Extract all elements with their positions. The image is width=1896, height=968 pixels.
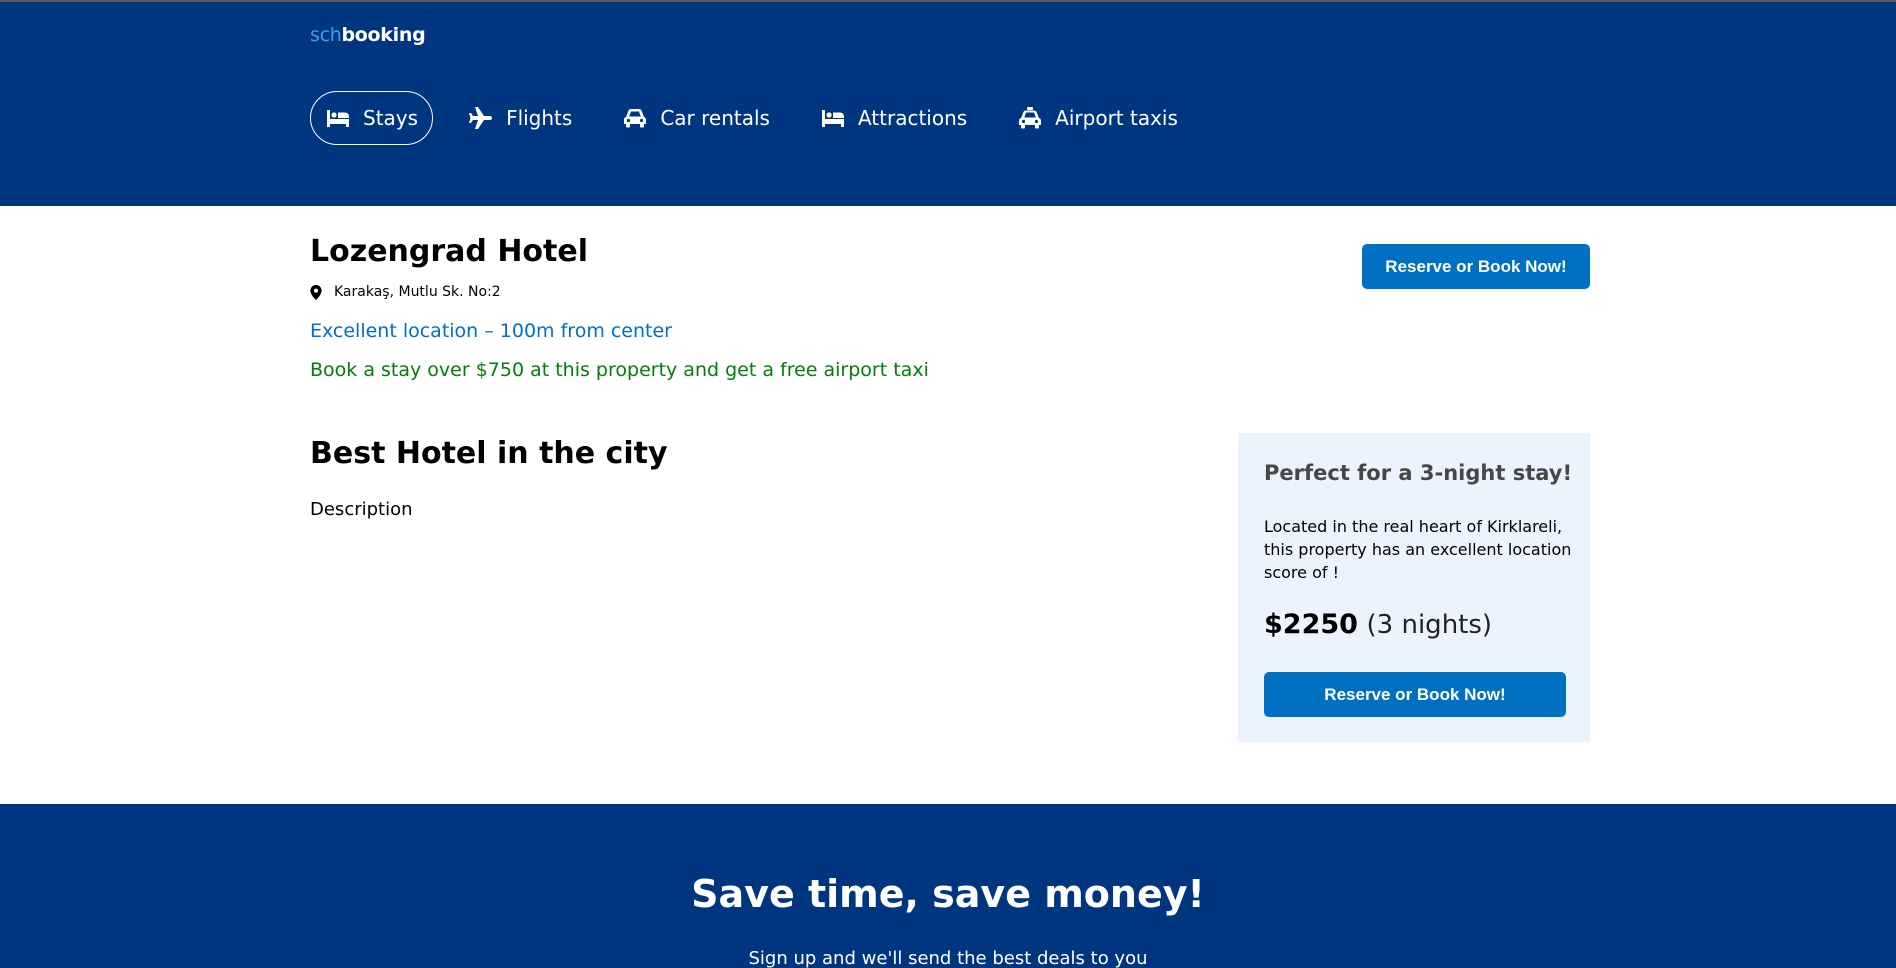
main-nav: Stays Flights Car rentals Attractions Ai… [310, 90, 1213, 146]
nav-label-flights: Flights [506, 106, 573, 130]
address-text: Karakaş, Mutlu Sk. No:2 [334, 284, 501, 300]
nav-label-car-rentals: Car rentals [660, 106, 770, 130]
price-card-title: Perfect for a 3-night stay! [1264, 461, 1573, 485]
reserve-button-top[interactable]: Reserve or Book Now! [1362, 244, 1590, 289]
nav-item-car-rentals[interactable]: Car rentals [607, 91, 785, 145]
price-card-text: Located in the real heart of Kirklareli,… [1264, 517, 1572, 582]
nav-item-airport-taxis[interactable]: Airport taxis [1002, 91, 1193, 145]
brand-prefix: sch [310, 24, 342, 46]
hotel-address: Karakaş, Mutlu Sk. No:2 [310, 284, 501, 300]
newsletter-title: Save time, save money! [691, 872, 1205, 916]
newsletter-subtitle: Sign up and we'll send the best deals to… [748, 948, 1148, 968]
nav-label-stays: Stays [363, 106, 419, 130]
nav-label-airport-taxis: Airport taxis [1055, 106, 1178, 130]
price-card: Perfect for a 3-night stay! Located in t… [1238, 433, 1590, 742]
reserve-button-card[interactable]: Reserve or Book Now! [1264, 672, 1566, 717]
location-note: Excellent location – 100m from center [310, 320, 672, 342]
price-amount: $2250 [1264, 609, 1358, 640]
location-pin-icon [310, 284, 322, 300]
hotel-title: Lozengrad Hotel [310, 234, 589, 269]
description-text: Description [310, 499, 413, 520]
price-display: $2250 (3 nights) [1264, 609, 1492, 640]
brand-name: booking [341, 24, 426, 46]
nav-item-stays[interactable]: Stays [310, 91, 434, 145]
plane-icon [469, 107, 493, 129]
nav-item-attractions[interactable]: Attractions [805, 91, 982, 145]
nav-item-flights[interactable]: Flights [453, 91, 587, 145]
bed-icon [821, 110, 844, 127]
site-header: schbooking Stays Flights Car rentals Att… [0, 2, 1896, 206]
taxi-icon [1019, 107, 1042, 129]
price-nights: (3 nights) [1366, 610, 1493, 640]
newsletter-section: Save time, save money! Sign up and we'll… [0, 804, 1896, 968]
bed-icon [327, 110, 349, 127]
promo-text: Book a stay over $750 at this property a… [310, 359, 929, 381]
description-title: Best Hotel in the city [310, 436, 668, 471]
nav-label-attractions: Attractions [857, 106, 968, 130]
car-icon [624, 109, 647, 128]
brand-logo[interactable]: schbooking [310, 24, 426, 46]
